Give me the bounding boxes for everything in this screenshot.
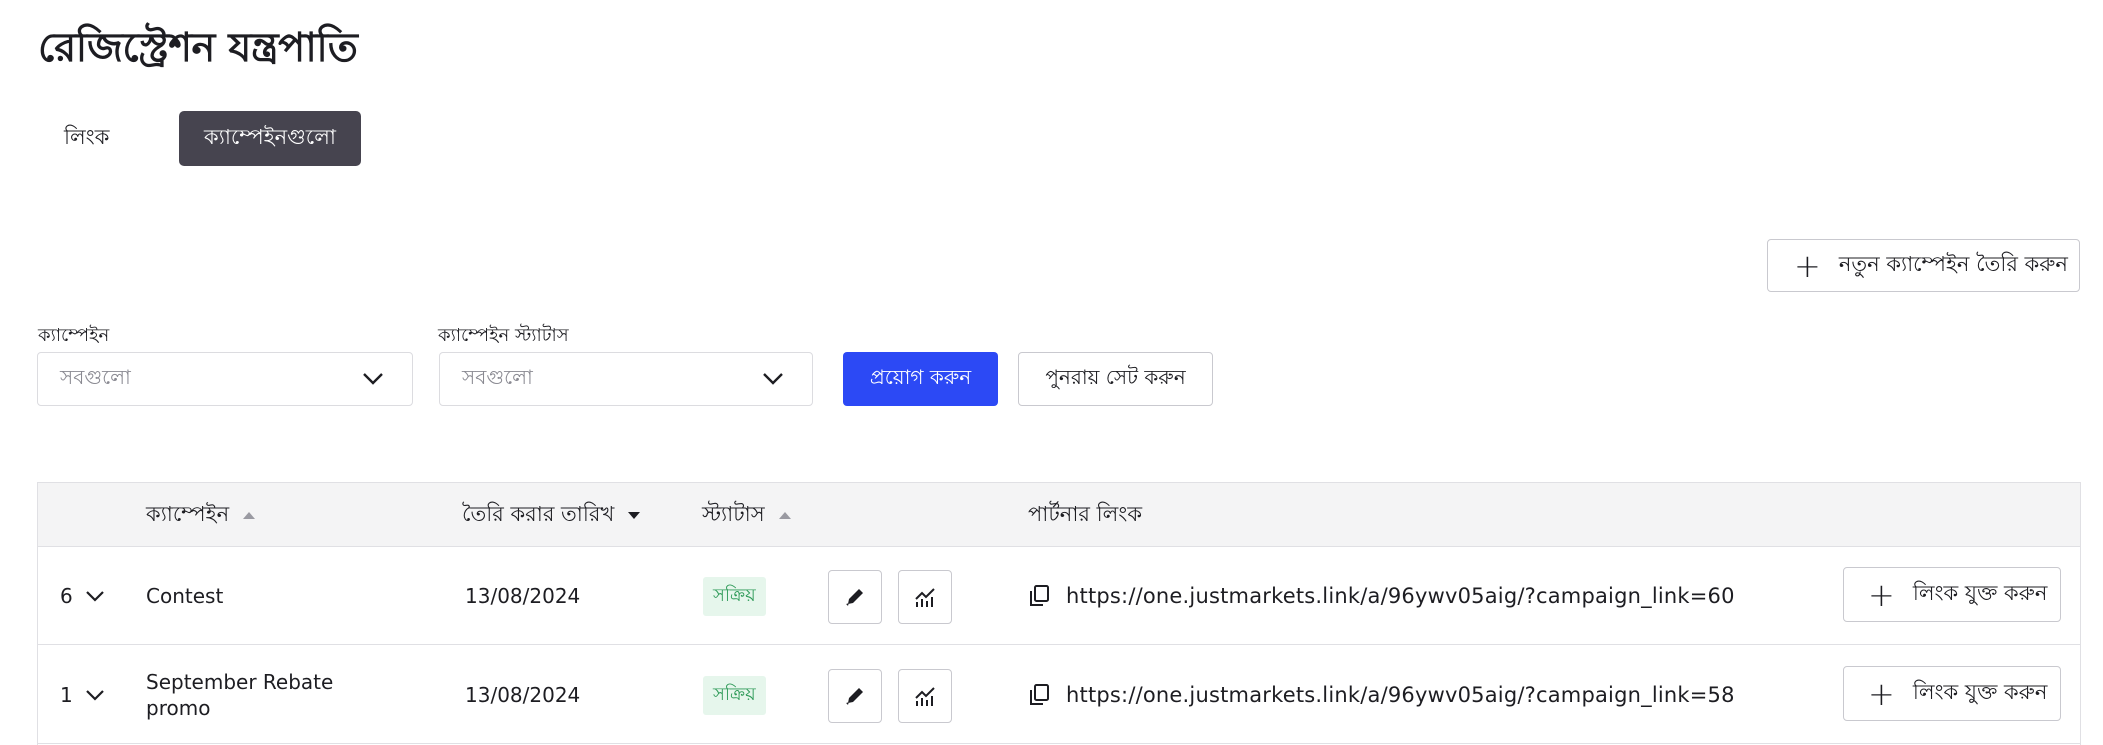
tab-campaigns[interactable]: ক্যাম্পেইনগুলো	[179, 111, 361, 166]
plus-icon: +	[1868, 674, 1895, 713]
stats-button[interactable]	[898, 570, 952, 624]
edit-button[interactable]	[828, 570, 882, 624]
stats-button[interactable]	[898, 669, 952, 723]
row-expand[interactable]: 6	[60, 547, 105, 645]
sort-asc-icon[interactable]	[243, 511, 256, 519]
row-expand[interactable]: 1	[60, 646, 105, 744]
new-campaign-button[interactable]: + নতুন ক্যাম্পেইন তৈরি করুন	[1767, 239, 2080, 292]
sort-asc-icon[interactable]	[778, 511, 791, 519]
campaign-name-line2: promo	[146, 696, 211, 720]
campaign-name: Contest	[146, 584, 224, 608]
add-link-button[interactable]: + লিংক যুক্ত করুন	[1843, 567, 2061, 622]
column-campaign-label: ক্যাম্পেইন	[146, 501, 230, 526]
column-partner-link-label: পার্টনার লিংক	[1028, 501, 1143, 526]
status-badge: সক্রিয়	[703, 675, 766, 715]
pencil-icon	[846, 589, 863, 606]
campaign-select-value: সবগুলো	[60, 364, 131, 389]
plus-icon: +	[1868, 575, 1895, 614]
add-link-label: লিংক যুক্ত করুন	[1912, 680, 2048, 704]
reset-button[interactable]: পুনরায় সেট করুন	[1018, 352, 1213, 406]
partner-link[interactable]: https://one.justmarkets.link/a/96ywv05ai…	[1066, 683, 1735, 707]
created-date: 13/08/2024	[465, 683, 581, 707]
chart-icon	[915, 588, 935, 607]
add-link-label: লিংক যুক্ত করুন	[1912, 581, 2048, 605]
partner-link-cell: https://one.justmarkets.link/a/96ywv05ai…	[1028, 547, 1735, 645]
plus-icon: +	[1794, 246, 1821, 285]
chevron-down-icon	[363, 373, 383, 385]
status-badge: সক্রিয়	[703, 576, 766, 616]
campaigns-table: ক্যাম্পেইন তৈরি করার তারিখ স্ট্যাটাস পার…	[37, 482, 2081, 745]
tab-links[interactable]: লিংক	[38, 111, 134, 166]
chevron-down-icon	[85, 591, 104, 602]
status-select-value: সবগুলো	[462, 364, 533, 389]
table-header: ক্যাম্পেইন তৈরি করার তারিখ স্ট্যাটাস পার…	[38, 483, 2080, 547]
partner-link[interactable]: https://one.justmarkets.link/a/96ywv05ai…	[1066, 584, 1735, 608]
add-link-button[interactable]: + লিংক যুক্ত করুন	[1843, 666, 2061, 721]
column-partner-link: পার্টনার লিংক	[1028, 483, 1142, 547]
copy-icon[interactable]	[1028, 683, 1050, 707]
sort-desc-icon[interactable]	[628, 511, 641, 519]
pencil-icon	[846, 688, 863, 705]
created-date: 13/08/2024	[465, 584, 581, 608]
chevron-down-icon	[85, 690, 104, 701]
edit-button[interactable]	[828, 669, 882, 723]
chart-icon	[915, 687, 935, 706]
page-title: রেজিস্ট্রেশন যন্ত্রপাতি	[38, 25, 358, 71]
row-count: 6	[60, 584, 73, 608]
column-created: তৈরি করার তারিখ	[462, 483, 641, 547]
copy-icon[interactable]	[1028, 584, 1050, 608]
partner-link-cell: https://one.justmarkets.link/a/96ywv05ai…	[1028, 646, 1735, 744]
campaign-filter-label: ক্যাম্পেইন	[38, 325, 110, 346]
table-row: 1 September Rebate promo 13/08/2024 সক্র…	[38, 646, 2080, 744]
campaign-select[interactable]: সবগুলো	[37, 352, 413, 406]
campaign-name: September Rebate promo	[146, 646, 333, 744]
row-count: 1	[60, 683, 73, 707]
new-campaign-label: নতুন ক্যাম্পেইন তৈরি করুন	[1838, 252, 2068, 276]
table-row: 6 Contest 13/08/2024 সক্রিয় https://one…	[38, 547, 2080, 645]
column-status-label: স্ট্যাটাস	[702, 501, 765, 526]
column-status: স্ট্যাটাস	[702, 483, 791, 547]
column-created-label: তৈরি করার তারিখ	[462, 501, 615, 526]
status-select[interactable]: সবগুলো	[439, 352, 813, 406]
tabs: লিংক ক্যাম্পেইনগুলো	[38, 111, 361, 166]
chevron-down-icon	[763, 373, 783, 385]
apply-button[interactable]: প্রয়োগ করুন	[843, 352, 998, 406]
status-filter-label: ক্যাম্পেইন স্ট্যাটাস	[438, 325, 569, 346]
campaign-name-line1: September Rebate	[146, 670, 334, 694]
column-campaign: ক্যাম্পেইন	[146, 483, 256, 547]
